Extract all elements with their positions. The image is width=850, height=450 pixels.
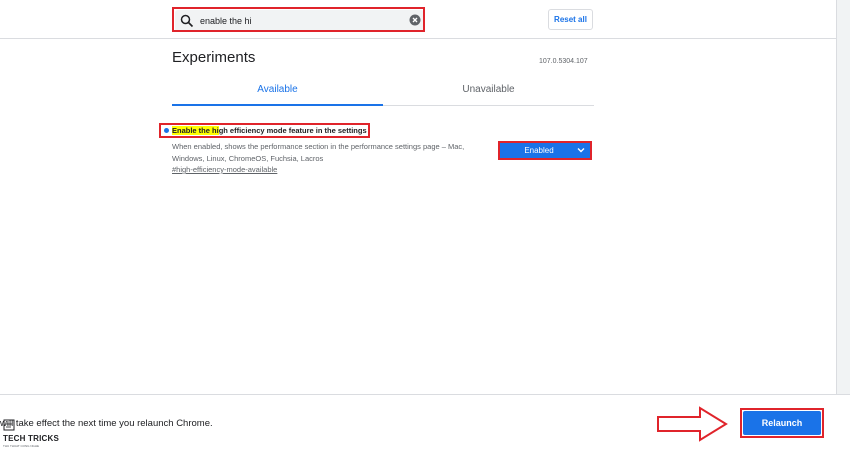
- experiment-link[interactable]: #high-efficiency-mode-available: [172, 165, 277, 174]
- active-tab-indicator: [172, 104, 383, 106]
- search-annotation-box: [172, 7, 425, 32]
- tab-unavailable[interactable]: Unavailable: [383, 84, 594, 95]
- page-title: Experiments: [172, 49, 256, 66]
- tab-available[interactable]: Available: [172, 84, 383, 95]
- scrollbar-track[interactable]: [836, 0, 850, 394]
- header-divider: [0, 38, 836, 39]
- select-annotation-box: [498, 141, 592, 160]
- watermark-subtitle: THU THUAT CONG NGHE: [3, 444, 40, 448]
- version-label: 107.0.5304.107: [539, 58, 588, 65]
- reset-all-button[interactable]: Reset all: [548, 9, 593, 30]
- watermark-title: TECH TRICKS: [3, 434, 59, 443]
- experiment-annotation-box: [159, 123, 370, 138]
- experiment-description: When enabled, shows the performance sect…: [172, 142, 465, 163]
- relaunch-annotation-box: [740, 408, 824, 438]
- arrow-right-icon: [657, 406, 728, 442]
